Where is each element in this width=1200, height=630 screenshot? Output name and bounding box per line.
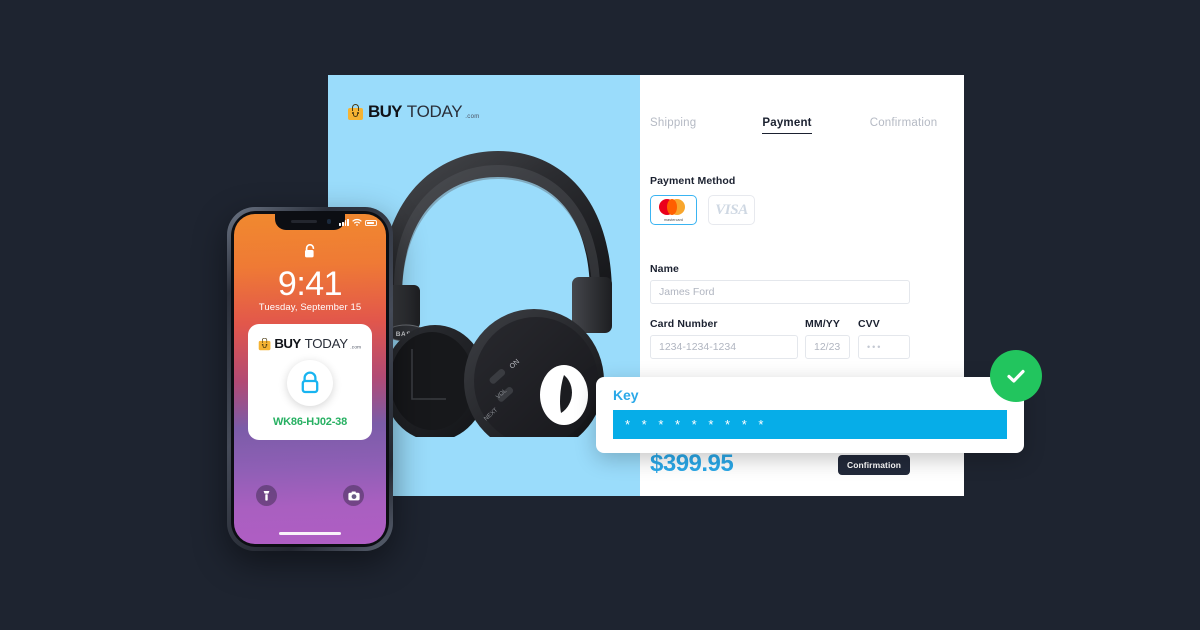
earpiece-speaker-icon (291, 220, 317, 223)
verification-code: WK86-HJ02-38 (272, 416, 348, 428)
logo-buy-text: BUY (368, 102, 402, 121)
payment-option-mastercard[interactable]: mastercard (650, 195, 697, 225)
phone-lock-screen: 9:41 Tuesday, September 15 BUY TODAY .co… (234, 214, 386, 544)
checkmark-icon (1007, 369, 1025, 383)
name-label: Name (650, 263, 679, 275)
front-camera-icon (326, 219, 331, 224)
security-lock-badge (287, 360, 333, 406)
lock-screen-date: Tuesday, September 15 (258, 302, 362, 313)
buytoday-logo: BUY TODAY .com (348, 102, 480, 122)
expiry-label: MM/YY (805, 318, 840, 330)
cvv-label: CVV (858, 318, 880, 330)
tab-confirmation[interactable]: Confirmation (870, 117, 938, 134)
notification-card[interactable]: BUY TODAY .com WK86-HJ02-38 (248, 324, 372, 440)
card-number-label: Card Number (650, 318, 718, 330)
tab-shipping[interactable]: Shipping (650, 117, 696, 134)
key-label: Key (613, 387, 639, 403)
total-price: $399.95 (650, 450, 734, 477)
flashlight-button[interactable] (256, 485, 277, 506)
key-entry-overlay: Key * * * * * * * * * (596, 377, 1024, 453)
expiry-input[interactable]: 12/23 (805, 335, 850, 359)
tab-payment[interactable]: Payment (762, 117, 812, 134)
notification-buytoday-logo: BUY TODAY .com (258, 336, 362, 352)
card-number-input[interactable]: 1234-1234-1234 (650, 335, 798, 359)
padlock-icon (301, 371, 319, 394)
lock-screen-time: 9:41 (277, 265, 343, 303)
payment-option-visa[interactable]: VISA (708, 195, 755, 225)
wifi-icon (352, 218, 362, 226)
home-indicator (279, 531, 341, 535)
smiley-shopping-bag-icon (258, 337, 271, 351)
logo-tld-text: .com (350, 345, 362, 351)
flashlight-icon (263, 490, 270, 501)
logo-tld-text: .com (465, 114, 480, 120)
unlocked-padlock-icon (305, 244, 315, 258)
mastercard-caption: mastercard (664, 218, 683, 222)
logo-today-text: TODAY (406, 102, 463, 121)
smiley-shopping-bag-icon (348, 104, 363, 120)
phone-notch (275, 214, 345, 230)
phone-status-bar (339, 218, 377, 226)
name-input[interactable]: James Ford (650, 280, 910, 304)
cvv-masked-value: ••• (867, 342, 883, 352)
key-input[interactable]: * * * * * * * * * (613, 410, 1007, 439)
checkout-steps-tabs: Shipping Payment Confirmation (650, 117, 954, 134)
camera-button[interactable] (343, 485, 364, 506)
logo-today-text: TODAY (304, 336, 349, 352)
confirmation-button[interactable]: Confirmation (838, 455, 910, 475)
payment-method-label: Payment Method (650, 175, 736, 187)
logo-buy-text: BUY (274, 336, 301, 352)
cellular-signal-icon (339, 218, 349, 226)
visa-icon: VISA (715, 201, 748, 218)
screenshot-canvas: BUY TODAY .com BASS ON VOL NEXT Shipping… (0, 0, 1200, 630)
battery-icon (365, 220, 377, 226)
camera-icon (347, 491, 360, 500)
mastercard-icon: mastercard (657, 199, 691, 222)
status-badge (990, 350, 1042, 402)
smartphone-mockup: 9:41 Tuesday, September 15 BUY TODAY .co… (227, 207, 393, 551)
cvv-input[interactable]: ••• (858, 335, 910, 359)
payment-method-options: mastercard VISA (650, 195, 755, 225)
